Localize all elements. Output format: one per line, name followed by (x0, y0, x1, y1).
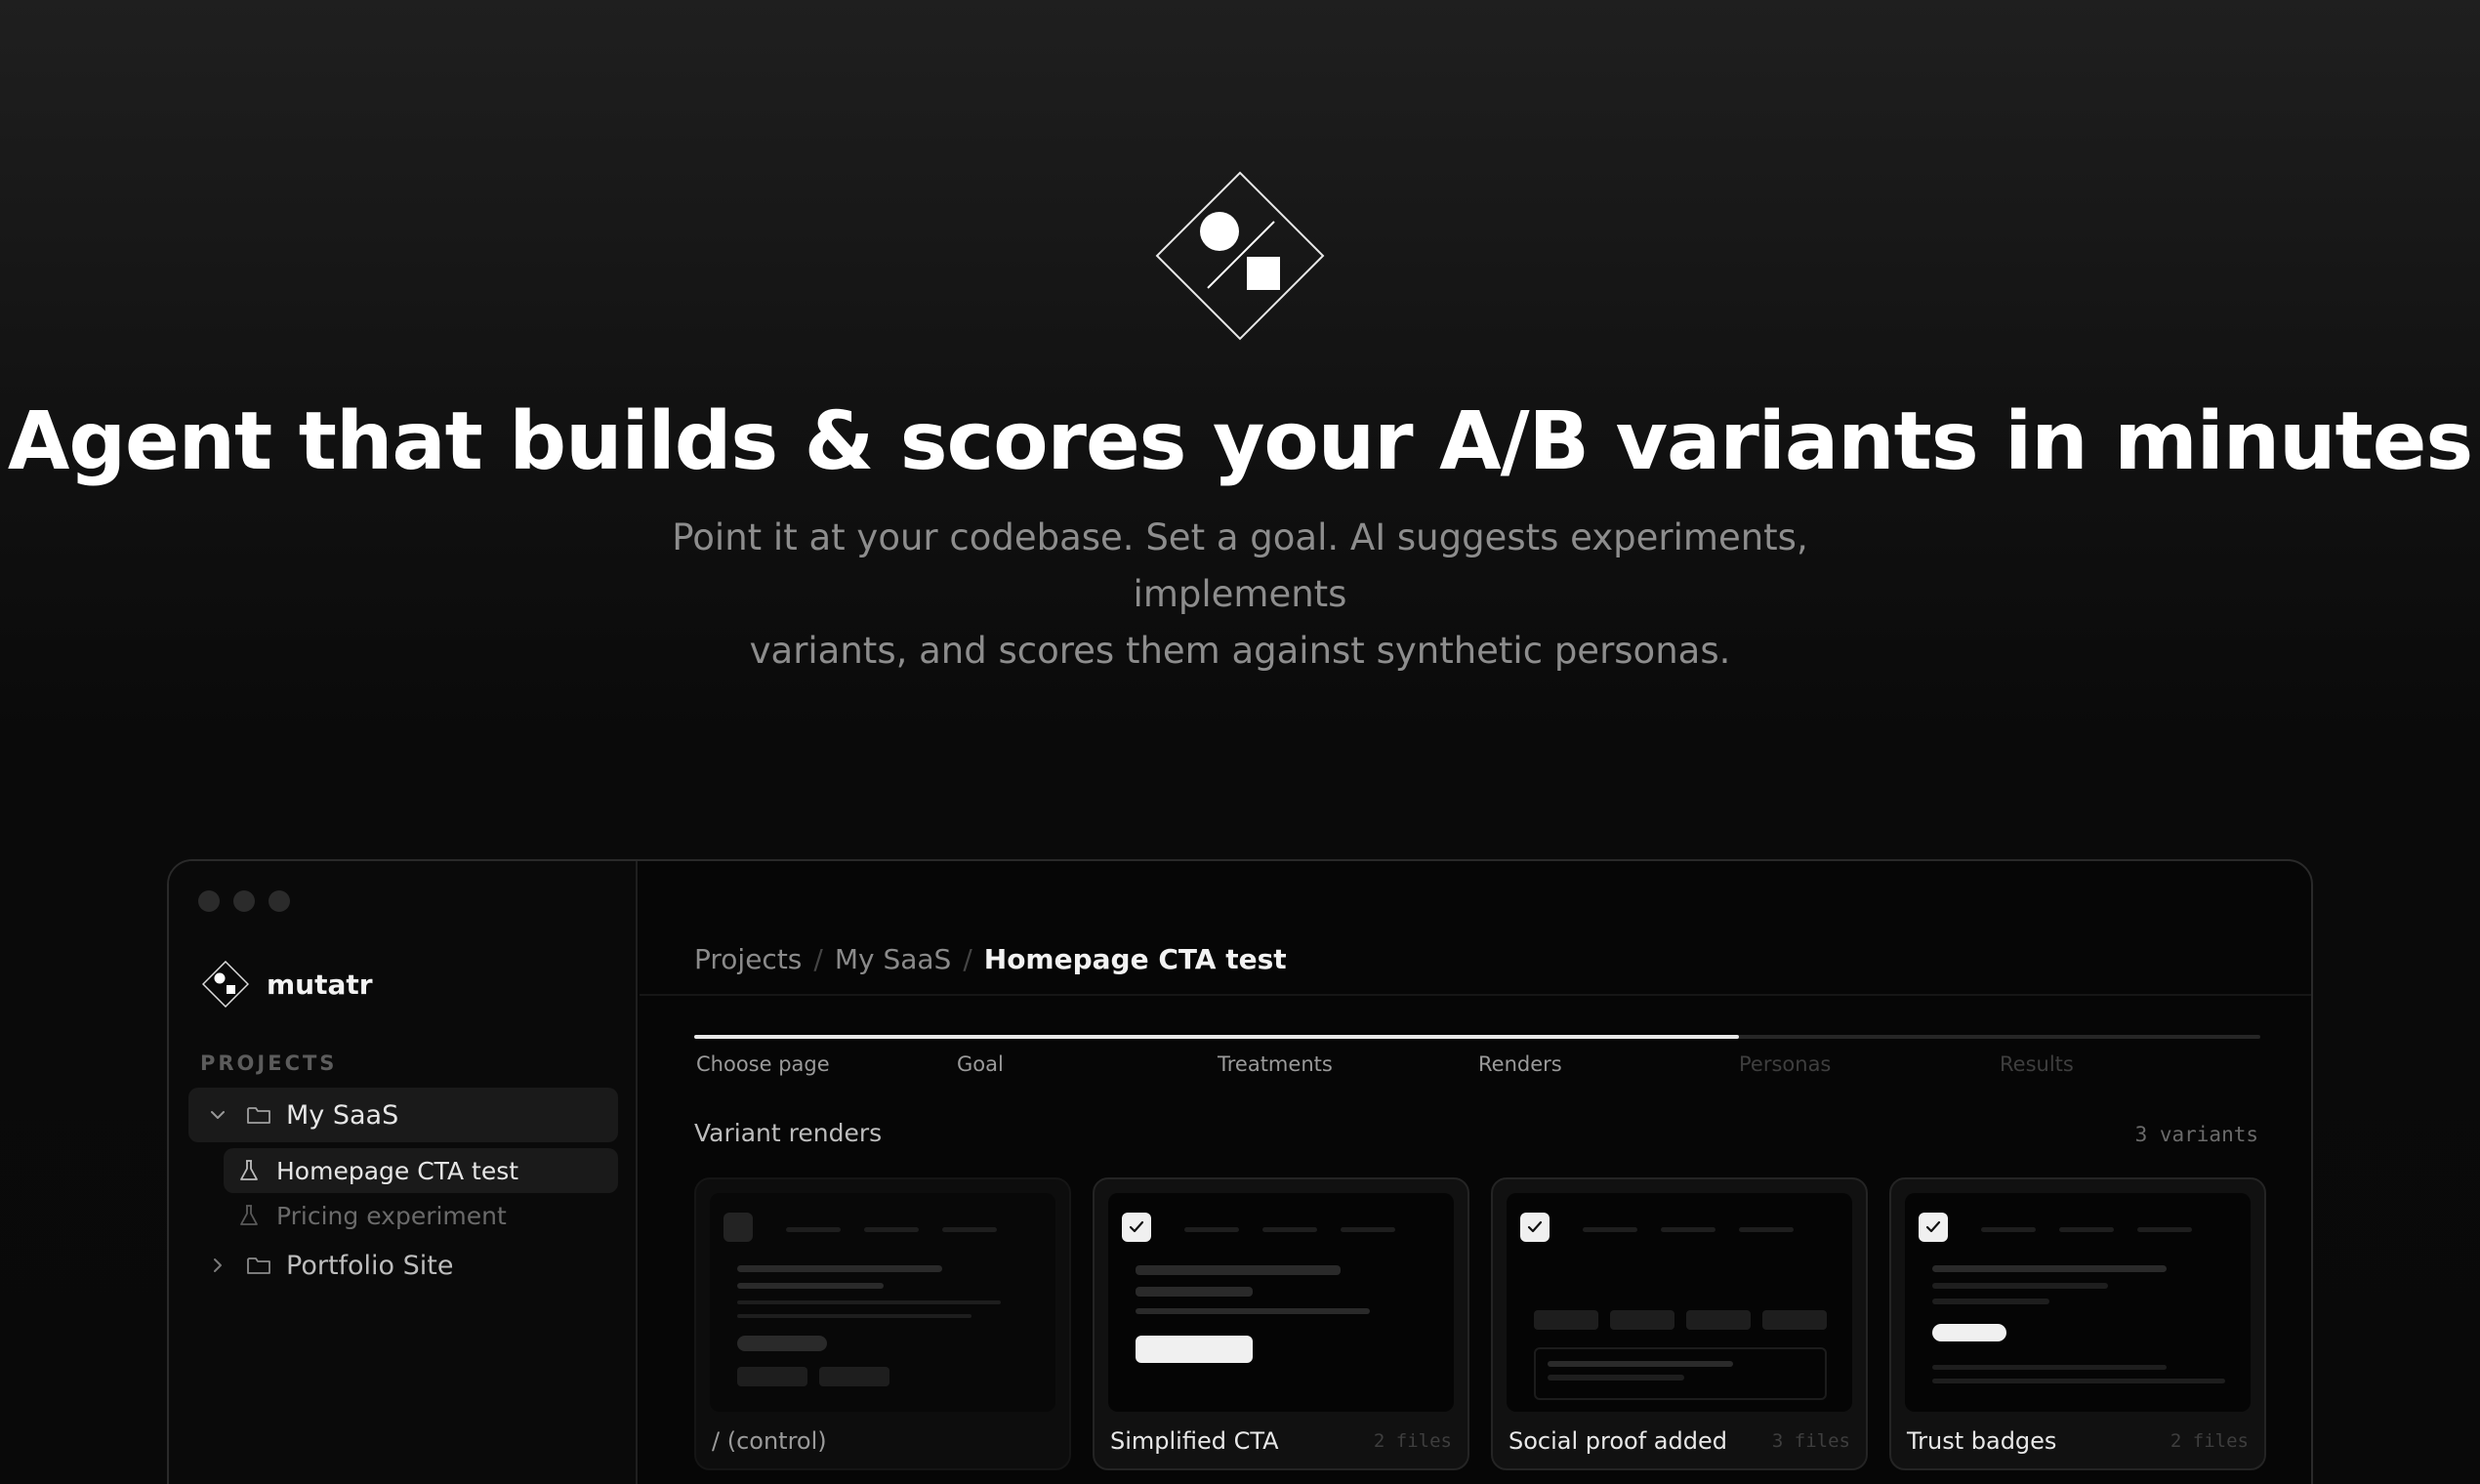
step-renders[interactable]: Renders (1476, 1052, 1737, 1076)
hero-subtitle-line: variants, and scores them against synthe… (749, 630, 1731, 672)
flask-icon (240, 1205, 258, 1225)
hero-title: Agent that builds & scores your A/B vari… (7, 395, 2473, 488)
breadcrumb-current: Homepage CTA test (983, 943, 1287, 975)
sidebar-project-my-saas[interactable]: My SaaS (188, 1088, 618, 1142)
step-treatments[interactable]: Treatments (1216, 1052, 1476, 1076)
brand[interactable]: mutatr (202, 961, 373, 1008)
chevron-down-icon[interactable] (204, 1101, 231, 1129)
variant-card-trust-badges[interactable]: Trust badges 2 files (1889, 1177, 2266, 1470)
window-controls (198, 890, 290, 912)
breadcrumb-separator: / (963, 943, 972, 975)
step-personas: Personas (1739, 1052, 1832, 1076)
header-divider (640, 994, 2311, 996)
checkbox-icon[interactable] (723, 1213, 753, 1242)
variant-count: 3 variants (2134, 1123, 2258, 1146)
chevron-right-icon[interactable] (204, 1252, 231, 1279)
render-preview (1507, 1193, 1852, 1412)
breadcrumb-separator: / (813, 943, 823, 975)
brand-logo-icon (202, 961, 249, 1008)
close-window-button[interactable] (198, 890, 220, 912)
maximize-window-button[interactable] (269, 890, 290, 912)
checkbox-checked-icon[interactable] (1919, 1213, 1948, 1242)
sidebar-project-label: My SaaS (286, 1099, 399, 1131)
breadcrumb-my-saas[interactable]: My SaaS (835, 943, 952, 975)
folder-icon (247, 1257, 270, 1274)
brand-name: mutatr (267, 968, 373, 1001)
hero-subtitle-line: Point it at your codebase. Set a goal. A… (672, 516, 1808, 615)
variant-name: Trust badges (1907, 1427, 2057, 1455)
step-choose-page[interactable]: Choose page (694, 1052, 955, 1076)
progress-fill (694, 1035, 1739, 1039)
sidebar-experiment-label: Pricing experiment (276, 1201, 507, 1230)
render-preview (1108, 1193, 1454, 1412)
variant-card-social-proof[interactable]: Social proof added 3 files (1491, 1177, 1868, 1470)
step-results: Results (2000, 1052, 2074, 1076)
variant-files: 2 files (1373, 1430, 1452, 1452)
sidebar-project-label: Portfolio Site (286, 1250, 454, 1281)
checkbox-checked-icon[interactable] (1520, 1213, 1550, 1242)
sidebar-experiment-homepage-cta[interactable]: Homepage CTA test (224, 1148, 618, 1193)
render-preview (710, 1193, 1055, 1412)
sidebar-experiment-pricing[interactable]: Pricing experiment (224, 1193, 618, 1238)
checkbox-checked-icon[interactable] (1122, 1213, 1151, 1242)
folder-icon (247, 1107, 270, 1124)
variant-files: 2 files (2170, 1430, 2249, 1452)
hero-subtitle: Point it at your codebase. Set a goal. A… (605, 510, 1875, 680)
sidebar-project-portfolio-site[interactable]: Portfolio Site (188, 1238, 618, 1293)
variant-card-simplified-cta[interactable]: Simplified CTA 2 files (1093, 1177, 1469, 1470)
render-preview (1905, 1193, 2251, 1412)
app-window: mutatr PROJECTS My SaaS Homepage CTA tes… (167, 859, 2313, 1484)
section-title: Variant renders (694, 1119, 883, 1147)
step-goal[interactable]: Goal (955, 1052, 1216, 1076)
variant-name: Social proof added (1509, 1427, 1727, 1455)
sidebar: mutatr PROJECTS My SaaS Homepage CTA tes… (169, 861, 638, 1484)
variant-cards: / (control) Simplified CTA 2 files Socia… (694, 1177, 2266, 1470)
main-panel: Projects / My SaaS / Homepage CTA test C… (640, 861, 2311, 1484)
projects-section-label: PROJECTS (200, 1051, 338, 1075)
variant-name: / (control) (712, 1427, 827, 1455)
sidebar-experiment-label: Homepage CTA test (276, 1156, 519, 1185)
breadcrumb-projects[interactable]: Projects (694, 943, 802, 975)
minimize-window-button[interactable] (233, 890, 255, 912)
variant-card-control[interactable]: / (control) (694, 1177, 1071, 1470)
variant-files: 3 files (1771, 1430, 1850, 1452)
flask-icon (240, 1160, 258, 1180)
breadcrumb: Projects / My SaaS / Homepage CTA test (694, 943, 1287, 975)
variant-name: Simplified CTA (1110, 1427, 1279, 1455)
logo-icon (1155, 171, 1325, 341)
